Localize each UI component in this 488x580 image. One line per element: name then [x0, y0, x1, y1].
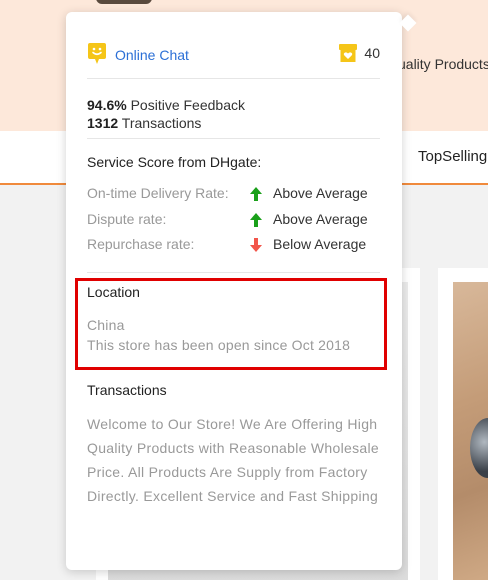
service-score-title: Service Score from DHgate:: [87, 154, 262, 170]
arrow-up-icon: [250, 213, 262, 227]
service-score-row: Repurchase rate: Below Average: [87, 236, 380, 256]
score-name: On-time Delivery Rate:: [87, 185, 229, 201]
chat-row: Online Chat 40: [87, 42, 380, 68]
store-stats: 94.6% Positive Feedback 1312 Transaction…: [87, 96, 245, 132]
arrow-down-icon: [250, 238, 262, 252]
online-chat-link[interactable]: Online Chat: [115, 47, 189, 63]
positive-feedback-value: 94.6%: [87, 97, 127, 113]
location-title: Location: [87, 284, 140, 300]
store-follower-count: 40: [364, 45, 380, 61]
location-country: China: [87, 317, 125, 333]
score-value: Above Average: [273, 211, 368, 227]
transactions-line: 1312 Transactions: [87, 114, 245, 132]
store-info-popup: Online Chat 40 94.6% Positive Feedback 1…: [66, 12, 417, 570]
store-heart-icon[interactable]: [338, 42, 358, 64]
smiley-chat-icon[interactable]: [87, 42, 107, 66]
location-details: China This store has been open since Oct…: [87, 315, 350, 355]
nav-item-topselling[interactable]: TopSelling: [418, 148, 487, 165]
store-description: Welcome to Our Store! We Are Offering Hi…: [87, 416, 379, 504]
score-value: Above Average: [273, 185, 368, 201]
divider: [87, 272, 380, 273]
score-name: Repurchase rate:: [87, 236, 195, 252]
store-logo-thumbnail[interactable]: [96, 0, 152, 4]
transactions-label: Transactions: [121, 115, 202, 131]
score-value: Below Average: [273, 236, 367, 252]
service-score-row: On-time Delivery Rate: Above Average: [87, 185, 380, 205]
service-score-row: Dispute rate: Above Average: [87, 211, 380, 231]
store-open-since: This store has been open since Oct 2018: [87, 337, 351, 353]
positive-feedback-line: 94.6% Positive Feedback: [87, 96, 245, 114]
divider: [87, 138, 380, 139]
transactions-title: Transactions: [87, 382, 167, 398]
arrow-up-icon: [250, 187, 262, 201]
header-tagline: uality Products: [398, 56, 488, 72]
transactions-count: 1312: [87, 115, 119, 131]
positive-feedback-label: Positive Feedback: [130, 97, 245, 113]
score-name: Dispute rate:: [87, 211, 167, 227]
divider: [87, 78, 380, 79]
